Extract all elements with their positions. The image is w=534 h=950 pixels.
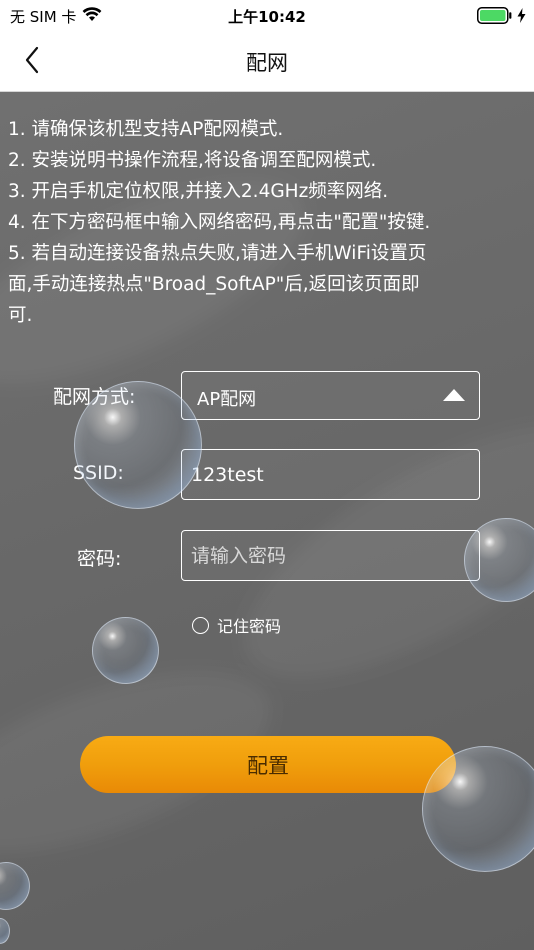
triangle-up-icon xyxy=(443,389,465,401)
charging-icon xyxy=(517,8,526,27)
mode-select[interactable]: AP配网 xyxy=(181,371,480,420)
instruction-line: 面,手动连接热点"Broad_SoftAP"后,返回该页面即 xyxy=(8,274,420,295)
instructions: 1. 请确保该机型支持AP配网模式. 2. 安装说明书操作流程,将设备调至配网模… xyxy=(8,114,528,331)
radio-circle-icon[interactable] xyxy=(192,616,209,634)
mode-select-value: AP配网 xyxy=(197,389,257,410)
instruction-line: 可. xyxy=(8,305,33,326)
bubble-decoration xyxy=(92,617,159,684)
mode-label: 配网方式: xyxy=(53,386,136,408)
status-right xyxy=(477,7,526,28)
ssid-label: SSID: xyxy=(73,462,124,484)
ssid-input[interactable] xyxy=(181,449,480,500)
status-bar: 无 SIM 卡 上午10:42 xyxy=(0,0,534,32)
config-button[interactable]: 配置 xyxy=(80,736,456,793)
password-input[interactable] xyxy=(181,530,480,581)
bubble-decoration xyxy=(0,918,10,944)
password-label: 密码: xyxy=(77,548,122,570)
remember-password-toggle[interactable]: 记住密码 xyxy=(192,613,281,637)
instruction-line: 5. 若自动连接设备热点失败,请进入手机WiFi设置页 xyxy=(8,243,427,264)
nav-bar: 配网 xyxy=(0,32,534,92)
content-area: 1. 请确保该机型支持AP配网模式. 2. 安装说明书操作流程,将设备调至配网模… xyxy=(0,92,534,950)
status-time: 上午10:42 xyxy=(228,8,306,26)
instruction-line: 1. 请确保该机型支持AP配网模式. xyxy=(8,119,284,140)
remember-password-label: 记住密码 xyxy=(217,617,282,636)
instruction-line: 2. 安装说明书操作流程,将设备调至配网模式. xyxy=(8,150,377,171)
bubble-decoration xyxy=(0,862,30,910)
battery-icon xyxy=(477,7,513,28)
instruction-line: 3. 开启手机定位权限,并接入2.4GHz频率网络. xyxy=(8,181,389,202)
instruction-line: 4. 在下方密码框中输入网络密码,再点击"配置"按键. xyxy=(8,212,431,233)
page-title: 配网 xyxy=(246,51,288,75)
